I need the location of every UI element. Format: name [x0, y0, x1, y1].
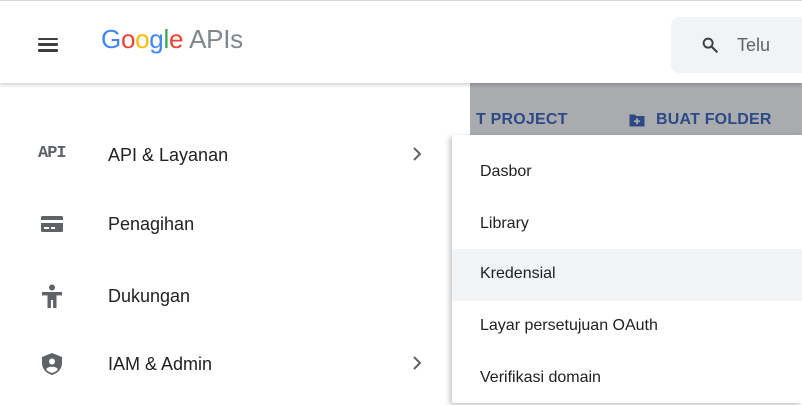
navigation-sidebar: API API & Layanan Penagihan Dukungan IAM… [0, 83, 470, 403]
submenu-item-label: Library [480, 215, 529, 232]
submenu-item-oauth-consent-screen[interactable]: Layar persetujuan OAuth [452, 301, 802, 353]
hamburger-menu-icon[interactable] [38, 29, 72, 59]
create-folder-label: BUAT FOLDER [656, 111, 772, 128]
billing-card-icon [41, 216, 63, 232]
chevron-right-icon [413, 147, 422, 161]
support-person-icon [42, 284, 62, 308]
sidebar-item-api-services[interactable]: API API & Layanan [0, 127, 450, 183]
submenu-item-label: Kredensial [480, 265, 556, 282]
sidebar-item-billing[interactable]: Penagihan [0, 196, 450, 252]
search-icon[interactable] [701, 36, 719, 54]
search-input[interactable] [737, 33, 802, 57]
submenu-item-credentials[interactable]: Kredensial [452, 249, 802, 301]
sidebar-item-label: Dukungan [108, 286, 191, 306]
submenu-item-label: Layar persetujuan OAuth [480, 317, 658, 334]
api-services-submenu: Dasbor Library Kredensial Layar persetuj… [452, 135, 802, 403]
create-folder-button[interactable]: BUAT FOLDER [628, 111, 772, 129]
submenu-item-dashboard[interactable]: Dasbor [452, 147, 802, 199]
submenu-item-library[interactable]: Library [452, 199, 802, 251]
logo-apis-text: APIs [189, 24, 243, 54]
sidebar-item-iam-admin[interactable]: IAM & Admin [0, 336, 450, 392]
search-bar[interactable] [671, 17, 802, 73]
add-folder-icon [629, 114, 645, 126]
google-apis-logo[interactable]: Google APIs [101, 24, 243, 55]
sidebar-item-support[interactable]: Dukungan [0, 268, 450, 324]
create-project-button[interactable]: T PROJECT [476, 111, 568, 129]
sidebar-item-label: Penagihan [108, 214, 195, 234]
api-icon: API [38, 144, 67, 163]
shield-icon [42, 353, 62, 375]
chevron-right-icon [413, 356, 422, 370]
sidebar-item-label: IAM & Admin [108, 354, 213, 374]
submenu-item-domain-verification[interactable]: Verifikasi domain [452, 353, 802, 405]
top-app-bar: Google APIs [0, 1, 802, 83]
submenu-item-label: Verifikasi domain [480, 369, 601, 386]
sidebar-item-label: API & Layanan [108, 145, 229, 165]
submenu-item-label: Dasbor [480, 163, 532, 180]
